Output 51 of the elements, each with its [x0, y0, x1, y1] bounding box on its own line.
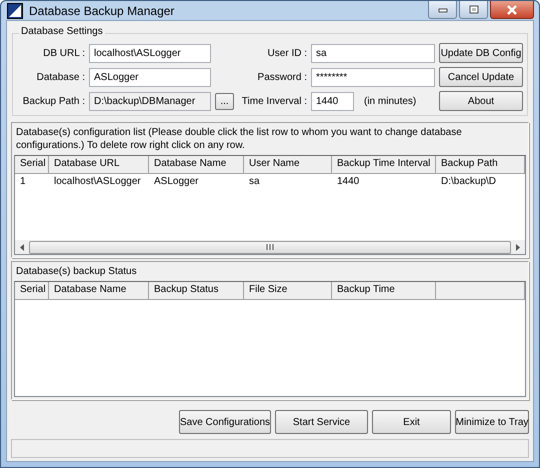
table-cell-text: 1: [19, 175, 27, 189]
app-icon: [7, 2, 23, 18]
table-cell-text: D:\backup\D: [440, 175, 498, 189]
close-icon[interactable]: [506, 4, 518, 14]
input-field[interactable]: sa: [311, 44, 435, 62]
field-label: Password :: [256, 72, 307, 82]
column-header[interactable]: Backup Status: [149, 282, 244, 299]
config-list-caption: Database(s) configuration list (Please double click the list row to whom you want to change database configurations.) To delete row right click on any row.: [15, 126, 463, 153]
field-label: User ID :: [266, 48, 307, 58]
maximize-button[interactable]: [459, 1, 488, 19]
input-field[interactable]: localhost\ASLogger: [89, 44, 211, 62]
column-header[interactable]: File Size: [244, 282, 332, 299]
column-header[interactable]: Backup Time Interval: [332, 156, 436, 173]
action-button[interactable]: Minimize to Tray: [455, 410, 529, 434]
action-button[interactable]: Cancel Update: [439, 67, 523, 87]
group-title: Database Settings: [19, 26, 105, 37]
input-field[interactable]: 1440: [311, 92, 354, 110]
table-cell-text: sa: [248, 175, 261, 189]
column-header[interactable]: Serial: [15, 282, 49, 299]
maximize-icon[interactable]: [468, 5, 478, 14]
field-label: Backup Path :: [22, 96, 85, 106]
column-header[interactable]: Backup Path: [436, 156, 525, 173]
scroll-right-icon[interactable]: [515, 244, 521, 250]
unit-label: (in minutes): [364, 96, 416, 106]
scroll-left-icon[interactable]: [19, 244, 25, 250]
column-header[interactable]: Serial: [15, 156, 49, 173]
action-button[interactable]: Exit: [372, 410, 451, 434]
action-button[interactable]: Start Service: [275, 410, 368, 434]
column-header[interactable]: Database Name: [49, 282, 149, 299]
window-title: Database Backup Manager: [29, 4, 176, 18]
input-field[interactable]: ASLogger: [89, 68, 211, 86]
table-cell-text: ASLogger: [153, 175, 200, 189]
table-cell-text: localhost\ASLogger: [53, 175, 142, 189]
column-header[interactable]: Backup Time: [332, 282, 436, 299]
status-list-caption: Database(s) backup Status: [15, 265, 138, 279]
input-field[interactable]: D:\backup\DBManager: [89, 92, 211, 110]
column-header[interactable]: Database Name: [149, 156, 244, 173]
input-field[interactable]: ********: [311, 68, 435, 86]
close-button[interactable]: [490, 1, 534, 19]
browse-button[interactable]: ...: [215, 92, 234, 110]
minimize-button[interactable]: [428, 1, 457, 19]
minimize-icon[interactable]: [438, 6, 448, 12]
action-button[interactable]: Save Configurations: [179, 410, 271, 434]
field-label: Time Inverval :: [240, 96, 307, 106]
column-header[interactable]: Database URL: [49, 156, 149, 173]
action-button[interactable]: About: [439, 91, 523, 111]
table-cell-text: 1440: [336, 175, 360, 189]
field-label: Database :: [36, 72, 85, 82]
column-header[interactable]: User Name: [244, 156, 332, 173]
action-button[interactable]: Update DB Config: [439, 43, 523, 63]
field-label: DB URL :: [42, 48, 85, 58]
